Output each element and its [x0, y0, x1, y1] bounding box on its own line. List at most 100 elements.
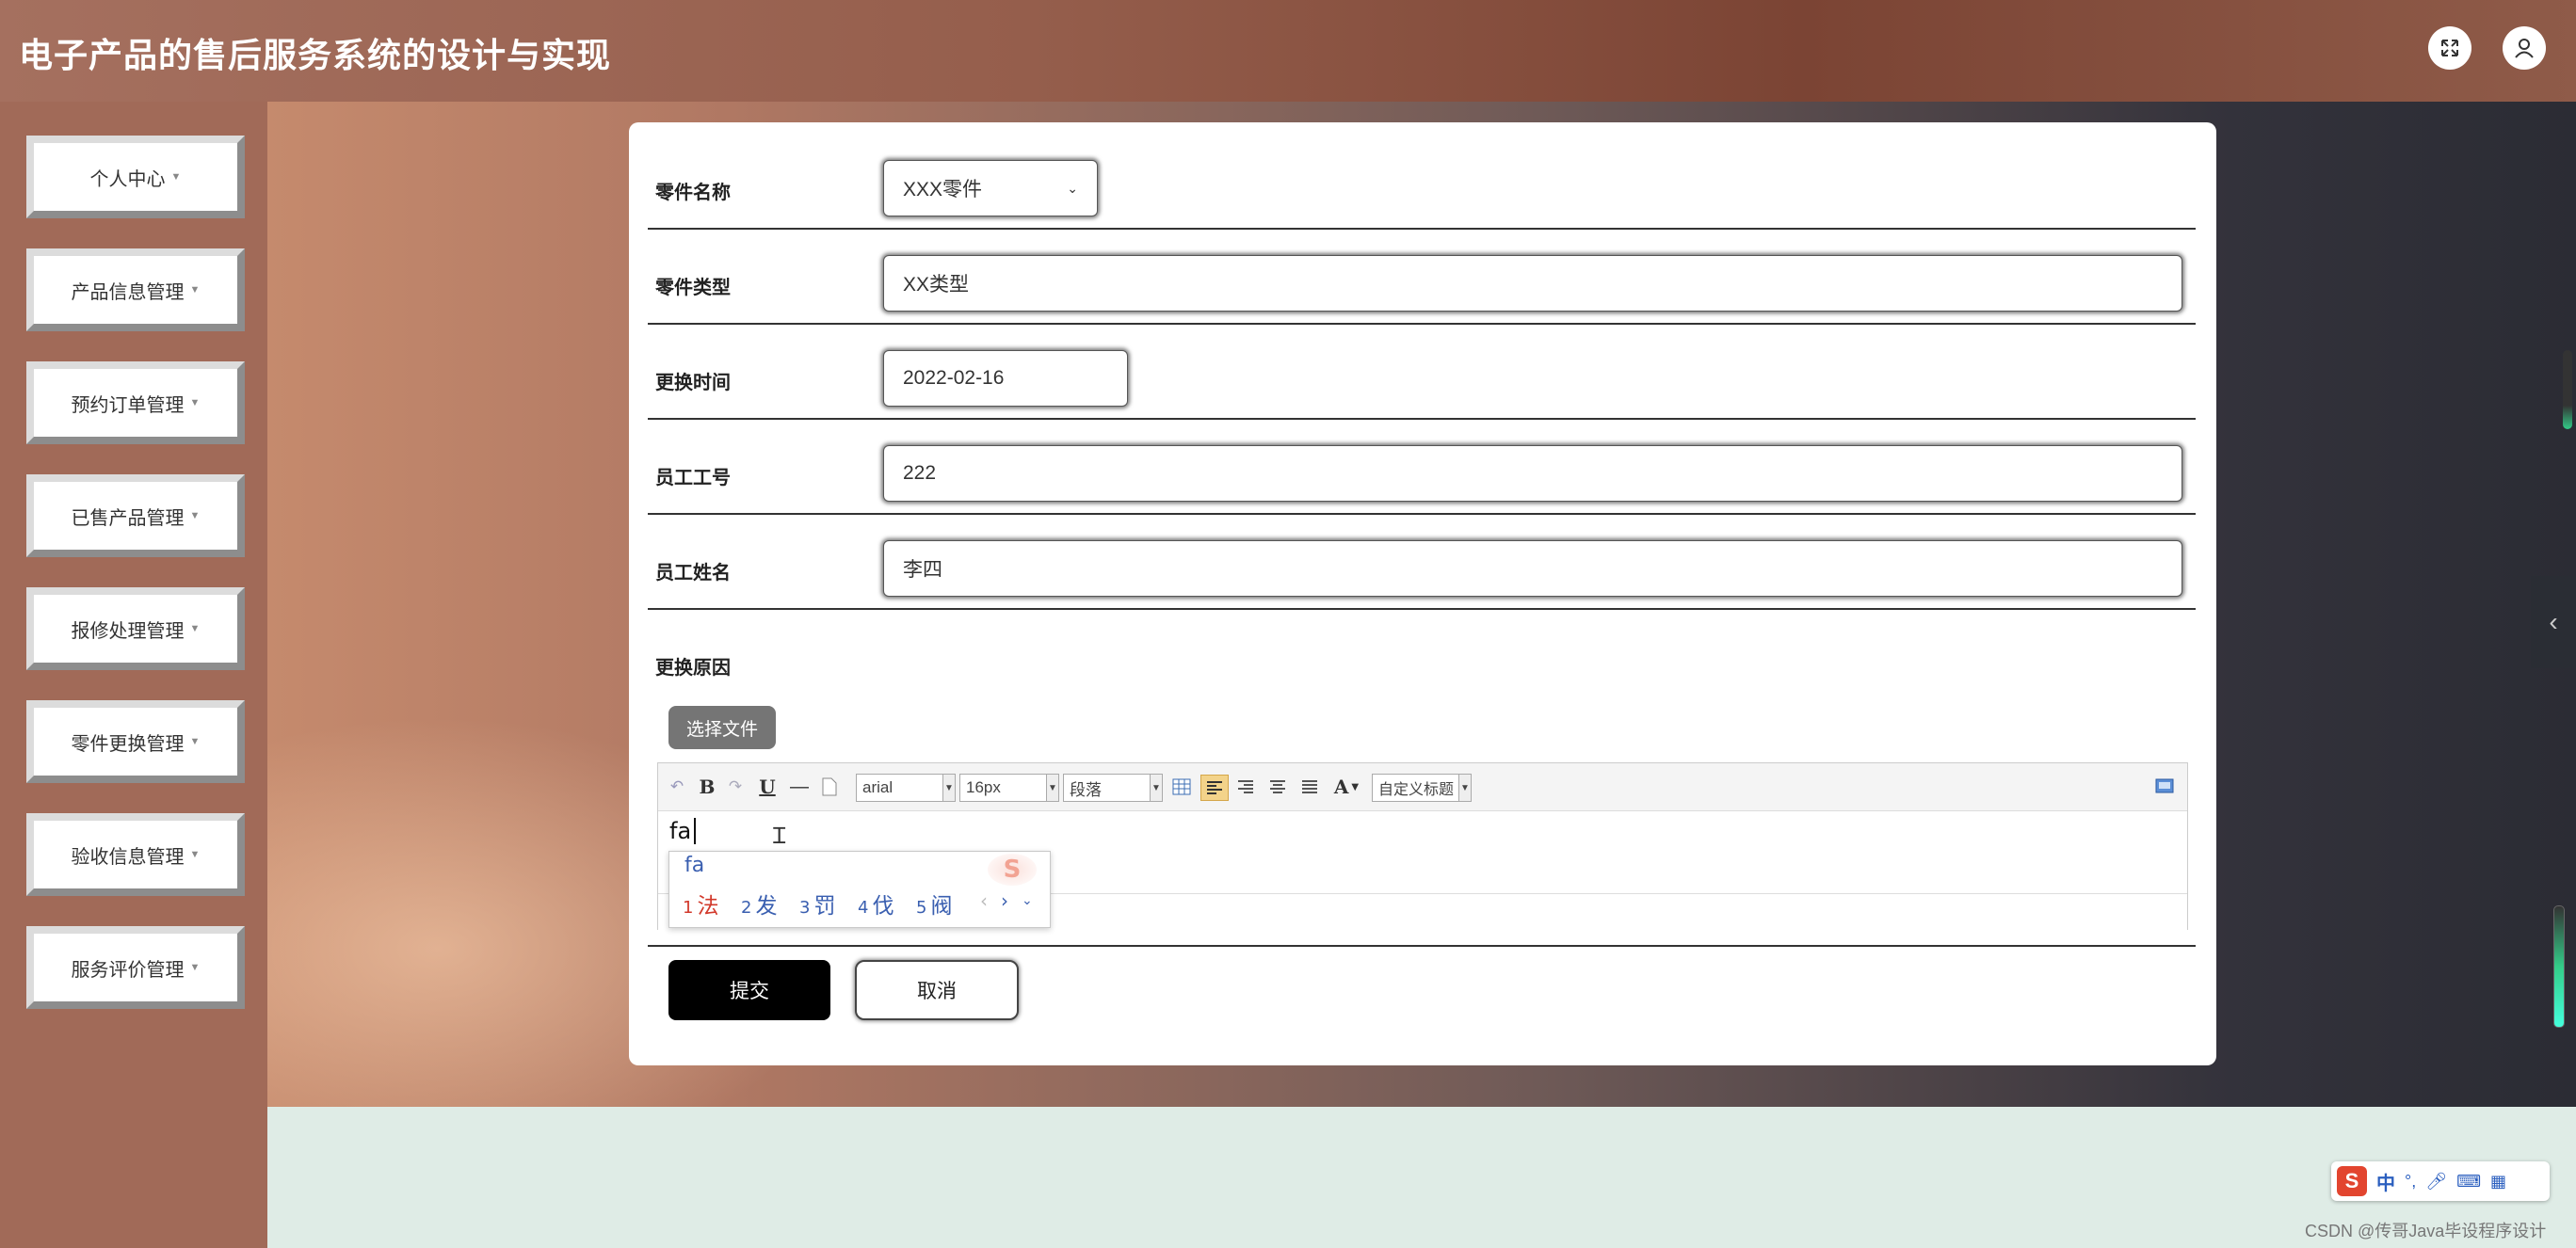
prev-page-icon[interactable]: ‹: [980, 889, 988, 912]
divider: [648, 513, 2196, 515]
dropdown-arrow-icon: ▼: [1150, 775, 1162, 801]
reason-label: 更换原因: [655, 658, 731, 679]
sidebar-item-label: 报修处理管理: [71, 620, 185, 642]
chevron-down-icon: ⌄: [1067, 180, 1078, 196]
caret-down-icon: ▼: [170, 171, 182, 183]
sidebar-item-label: 预约订单管理: [71, 394, 185, 416]
sidebar-item-label: 零件更换管理: [71, 733, 185, 755]
text-cursor: [694, 818, 696, 844]
user-icon[interactable]: [2503, 26, 2546, 70]
sidebar-item-part-replacement[interactable]: 零件更换管理 ▼: [26, 700, 245, 783]
align-center-icon[interactable]: [1266, 775, 1289, 799]
caret-down-icon: ▼: [189, 962, 201, 973]
ime-candidate[interactable]: 2发: [741, 888, 777, 920]
horizontal-rule-icon[interactable]: —: [788, 775, 811, 799]
table-icon[interactable]: [1170, 775, 1193, 799]
keyboard-icon[interactable]: ⌨: [2456, 1172, 2481, 1192]
font-family-select[interactable]: arial ▼: [856, 774, 956, 802]
underline-icon[interactable]: U: [756, 775, 779, 799]
font-family-value: arial: [862, 778, 894, 796]
watermark: CSDN @传哥Java毕设程序设计: [2305, 1222, 2547, 1240]
punctuation-icon[interactable]: °,: [2405, 1172, 2416, 1192]
preview-icon[interactable]: [2151, 775, 2178, 799]
employee-name-input[interactable]: 李四: [883, 540, 2182, 597]
ime-candidate[interactable]: 4伐: [858, 888, 894, 920]
sidebar: 个人中心 ▼ 产品信息管理 ▼ 预约订单管理 ▼ 已售产品管理 ▼ 报修处理管理 ▼ 零件…: [0, 102, 267, 1248]
sidebar-item-repair[interactable]: 报修处理管理 ▼: [26, 587, 245, 670]
part-type-input[interactable]: XX类型: [883, 255, 2182, 312]
choose-file-button[interactable]: 选择文件: [668, 706, 776, 749]
sidebar-item-sold-products[interactable]: 已售产品管理 ▼: [26, 474, 245, 557]
expand-icon[interactable]: ⌄: [1022, 893, 1033, 908]
part-name-select[interactable]: XXX零件 ⌄: [883, 160, 1098, 216]
paragraph-value: 段落: [1070, 780, 1102, 799]
sidebar-item-product-info[interactable]: 产品信息管理 ▼: [26, 248, 245, 331]
replace-time-label: 更换时间: [655, 373, 731, 393]
collapse-panel-tab[interactable]: ‹: [2531, 576, 2576, 668]
volume-indicator: [2553, 905, 2565, 1028]
dropdown-arrow-icon: ▼: [1046, 775, 1058, 801]
sidebar-item-personal-center[interactable]: 个人中心 ▼: [26, 136, 245, 218]
divider: [648, 418, 2196, 420]
bold-icon[interactable]: B: [696, 775, 718, 799]
sidebar-item-label: 产品信息管理: [71, 281, 185, 303]
ime-mode-label[interactable]: 中: [2376, 1168, 2395, 1195]
sidebar-item-label: 服务评价管理: [71, 959, 185, 981]
replace-time-input[interactable]: 2022-02-16: [883, 350, 1128, 407]
dropdown-arrow-icon: ▼: [942, 775, 955, 801]
align-left-icon[interactable]: [1200, 775, 1229, 801]
app-title: 电子产品的售后服务系统的设计与实现: [19, 36, 612, 74]
undo-icon[interactable]: ↶: [666, 775, 688, 799]
align-right-icon[interactable]: [1234, 775, 1257, 799]
part-type-value: XX类型: [903, 274, 970, 296]
employee-name-value: 李四: [903, 559, 942, 581]
scroll-indicator[interactable]: [2563, 350, 2572, 429]
font-color-icon[interactable]: A ▼: [1330, 775, 1362, 799]
ime-candidate[interactable]: 3罚: [799, 888, 835, 920]
redo-icon[interactable]: ↷: [724, 775, 747, 799]
sogou-logo-icon[interactable]: S: [2337, 1166, 2367, 1196]
caret-down-icon: ▼: [189, 510, 201, 521]
ime-status-bar: S 中 °, 🎤︎ ⌨ ▦: [2331, 1161, 2550, 1201]
next-page-icon[interactable]: ›: [1001, 889, 1008, 912]
custom-title-select[interactable]: 自定义标题 ▼: [1372, 774, 1472, 802]
divider: [648, 608, 2196, 610]
document-icon[interactable]: [818, 775, 841, 799]
custom-title-value: 自定义标题: [1378, 782, 1455, 798]
caret-down-icon: ▼: [189, 849, 201, 860]
paragraph-select[interactable]: 段落 ▼: [1063, 774, 1163, 802]
sidebar-item-acceptance[interactable]: 验收信息管理 ▼: [26, 813, 245, 896]
caret-down-icon: ▼: [189, 397, 201, 408]
chevron-left-icon: ‹: [2549, 607, 2558, 636]
divider: [648, 945, 2196, 947]
editor-content[interactable]: fa: [669, 818, 691, 844]
cancel-button[interactable]: 取消: [855, 960, 1019, 1020]
sidebar-item-service-review[interactable]: 服务评价管理 ▼: [26, 926, 245, 1009]
ime-candidate[interactable]: 1法: [683, 888, 718, 920]
caret-down-icon: ▼: [189, 623, 201, 634]
divider: [648, 228, 2196, 230]
part-name-label: 零件名称: [655, 183, 731, 203]
font-size-value: 16px: [966, 778, 1001, 796]
ime-candidate[interactable]: 5阀: [916, 888, 952, 920]
replace-time-value: 2022-02-16: [903, 367, 1005, 389]
employee-no-input[interactable]: 222: [883, 445, 2182, 502]
ime-candidate-popup: fa S 1法 2发 3罚 4伐 5阀 ‹ › ⌄: [668, 851, 1051, 928]
part-name-value: XXX零件: [903, 179, 983, 200]
font-size-select[interactable]: 16px ▼: [959, 774, 1059, 802]
microphone-icon[interactable]: 🎤︎: [2425, 1172, 2447, 1192]
caret-down-icon: ▼: [189, 284, 201, 296]
caret-down-icon: ▼: [189, 736, 201, 747]
sidebar-item-label: 验收信息管理: [71, 846, 185, 868]
align-justify-icon[interactable]: [1298, 775, 1321, 799]
dropdown-arrow-icon: ▼: [1458, 775, 1471, 801]
submit-button[interactable]: 提交: [668, 960, 830, 1020]
fullscreen-icon[interactable]: [2428, 26, 2471, 70]
ime-composition: fa: [684, 854, 705, 877]
sogou-logo-icon: S: [988, 854, 1037, 886]
sidebar-item-booking-orders[interactable]: 预约订单管理 ▼: [26, 361, 245, 444]
sidebar-item-label: 个人中心: [89, 168, 166, 190]
top-bar: 电子产品的售后服务系统的设计与实现: [0, 0, 2576, 102]
part-type-label: 零件类型: [655, 278, 731, 298]
toolbox-icon[interactable]: ▦: [2490, 1172, 2506, 1192]
